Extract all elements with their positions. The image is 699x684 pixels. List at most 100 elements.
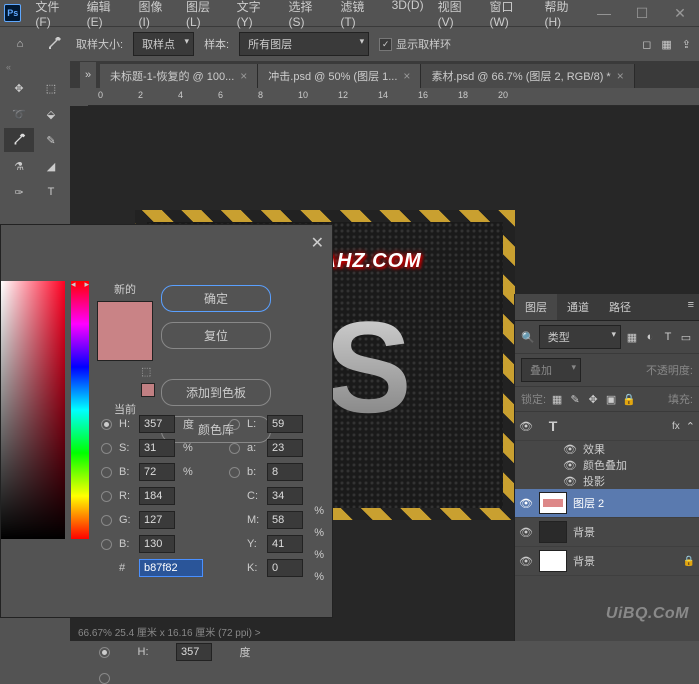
minimize-button[interactable]: —: [589, 3, 619, 23]
tab-close-icon[interactable]: ×: [617, 69, 624, 83]
reset-button[interactable]: 复位: [161, 322, 271, 349]
filter-kind-dropdown[interactable]: 类型: [539, 325, 621, 349]
gradient-tool[interactable]: ◢: [36, 154, 66, 178]
visibility-icon[interactable]: 👁: [519, 526, 533, 539]
menu-select[interactable]: 选择(S): [282, 0, 332, 31]
k-input[interactable]: [267, 559, 303, 577]
quick-select-tool[interactable]: ⬙: [36, 102, 66, 126]
eyedropper-tool[interactable]: [4, 128, 34, 152]
b-lab-input[interactable]: [267, 463, 303, 481]
layer-item-layer2[interactable]: 👁 图层 2: [515, 489, 699, 518]
menu-type[interactable]: 文字(Y): [231, 0, 281, 31]
lock-all-icon[interactable]: 🔒: [622, 392, 636, 406]
lock-brush-icon[interactable]: ✎: [568, 392, 582, 406]
fx-badge[interactable]: fx: [672, 421, 680, 432]
radio-b3[interactable]: [101, 539, 112, 550]
menu-image[interactable]: 图像(I): [133, 0, 178, 31]
doc-tab-1[interactable]: 冲击.psd @ 50% (图层 1... ×: [258, 64, 421, 88]
h-input[interactable]: [139, 415, 175, 433]
color-field[interactable]: [1, 281, 65, 539]
radio-a[interactable]: [229, 443, 240, 454]
lock-pixels-icon[interactable]: ▦: [550, 392, 564, 406]
menu-filter[interactable]: 滤镜(T): [334, 0, 383, 31]
l-input[interactable]: [267, 415, 303, 433]
tab-close-icon[interactable]: ×: [403, 69, 410, 83]
tab-strip-toggle[interactable]: »: [80, 62, 96, 88]
sample-size-dropdown[interactable]: 取样点: [133, 32, 194, 56]
radio-l[interactable]: [99, 673, 110, 684]
search-icon[interactable]: 🔍: [521, 331, 535, 344]
pin-icon[interactable]: ◻: [642, 38, 651, 51]
clone-tool[interactable]: ⚗: [4, 154, 34, 178]
filter-adjust-icon[interactable]: ◐: [643, 330, 657, 344]
radio-b[interactable]: [101, 467, 112, 478]
sample-dropdown[interactable]: 所有图层: [239, 32, 369, 56]
menu-view[interactable]: 视图(V): [432, 0, 482, 31]
hue-slider[interactable]: ◂▸: [71, 281, 89, 539]
ruler-horizontal[interactable]: 0 2 4 6 8 10 12 14 16 18 20: [70, 88, 699, 106]
lock-artboard-icon[interactable]: ▣: [604, 392, 618, 406]
panel-tab-channels[interactable]: 通道: [557, 294, 599, 320]
radio-l[interactable]: [229, 419, 240, 430]
b-rgb-input[interactable]: [139, 535, 175, 553]
dialog-close-icon[interactable]: ✕: [311, 233, 324, 253]
menu-file[interactable]: 文件(F): [29, 0, 78, 31]
type-tool[interactable]: T: [36, 180, 66, 204]
effect-drop-shadow[interactable]: 👁投影: [515, 473, 699, 489]
home-icon[interactable]: ⌂: [8, 32, 32, 56]
ok-button[interactable]: 确定: [161, 285, 271, 312]
marquee-tool[interactable]: ⬚: [36, 76, 66, 100]
cube-icon[interactable]: ⬚: [141, 365, 155, 379]
move-tool[interactable]: ✥: [4, 76, 34, 100]
visibility-icon[interactable]: 👁: [519, 555, 533, 568]
doc-tab-2[interactable]: 素材.psd @ 66.7% (图层 2, RGB/8) * ×: [421, 64, 634, 88]
layer-item-bg2[interactable]: 👁 背景 🔒: [515, 547, 699, 576]
radio-b2[interactable]: [229, 467, 240, 478]
filter-image-icon[interactable]: ▦: [625, 330, 639, 344]
add-swatch-button[interactable]: 添加到色板: [161, 379, 271, 406]
effects-header[interactable]: 👁效果: [515, 441, 699, 457]
radio-s[interactable]: [101, 443, 112, 454]
a-input[interactable]: [267, 439, 303, 457]
visibility-icon[interactable]: 👁: [519, 497, 533, 510]
menu-3d[interactable]: 3D(D): [386, 0, 430, 31]
brush-tool[interactable]: ✎: [36, 128, 66, 152]
menu-layer[interactable]: 图层(L): [180, 0, 229, 31]
panel-tab-paths[interactable]: 路径: [599, 294, 641, 320]
blend-mode-dropdown[interactable]: 叠加: [521, 358, 581, 382]
filter-shape-icon[interactable]: ▭: [679, 330, 693, 344]
layer-item-bg1[interactable]: 👁 背景: [515, 518, 699, 547]
close-button[interactable]: ✕: [665, 3, 695, 23]
menu-window[interactable]: 窗口(W): [483, 0, 536, 31]
maximize-button[interactable]: ☐: [627, 3, 657, 23]
eyedropper-icon[interactable]: [42, 32, 66, 56]
share-icon[interactable]: ⇪: [682, 38, 691, 51]
web-safe-swatch[interactable]: [141, 383, 155, 397]
s-input[interactable]: [139, 439, 175, 457]
radio-h[interactable]: [99, 647, 110, 658]
panel-menu-icon[interactable]: ≡: [683, 294, 699, 320]
lock-position-icon[interactable]: ✥: [586, 392, 600, 406]
hex-input[interactable]: [139, 559, 203, 577]
panel-tab-layers[interactable]: 图层: [515, 294, 557, 320]
b-hsb-input[interactable]: [139, 463, 175, 481]
visibility-icon[interactable]: 👁: [519, 420, 533, 433]
effect-color-overlay[interactable]: 👁颜色叠加: [515, 457, 699, 473]
lasso-tool[interactable]: ➰: [4, 102, 34, 126]
layer-item-ps[interactable]: 👁 T fx ⌃: [515, 412, 699, 441]
g-input[interactable]: [139, 511, 175, 529]
c-input[interactable]: [267, 487, 303, 505]
filter-type-icon[interactable]: T: [661, 330, 675, 344]
y-input[interactable]: [267, 535, 303, 553]
radio-h[interactable]: [101, 419, 112, 430]
collapse-icon[interactable]: ⌃: [686, 420, 695, 433]
doc-tab-0[interactable]: 未标题-1-恢复的 @ 100... ×: [100, 64, 258, 88]
tab-close-icon[interactable]: ×: [240, 69, 247, 83]
pen-tool[interactable]: ✑: [4, 180, 34, 204]
workspace-icon[interactable]: ▦: [661, 38, 671, 51]
show-ring-checkbox[interactable]: ✓ 显示取样环: [379, 36, 451, 52]
r-input[interactable]: [139, 487, 175, 505]
radio-r[interactable]: [101, 491, 112, 502]
radio-g[interactable]: [101, 515, 112, 526]
m-input[interactable]: [267, 511, 303, 529]
